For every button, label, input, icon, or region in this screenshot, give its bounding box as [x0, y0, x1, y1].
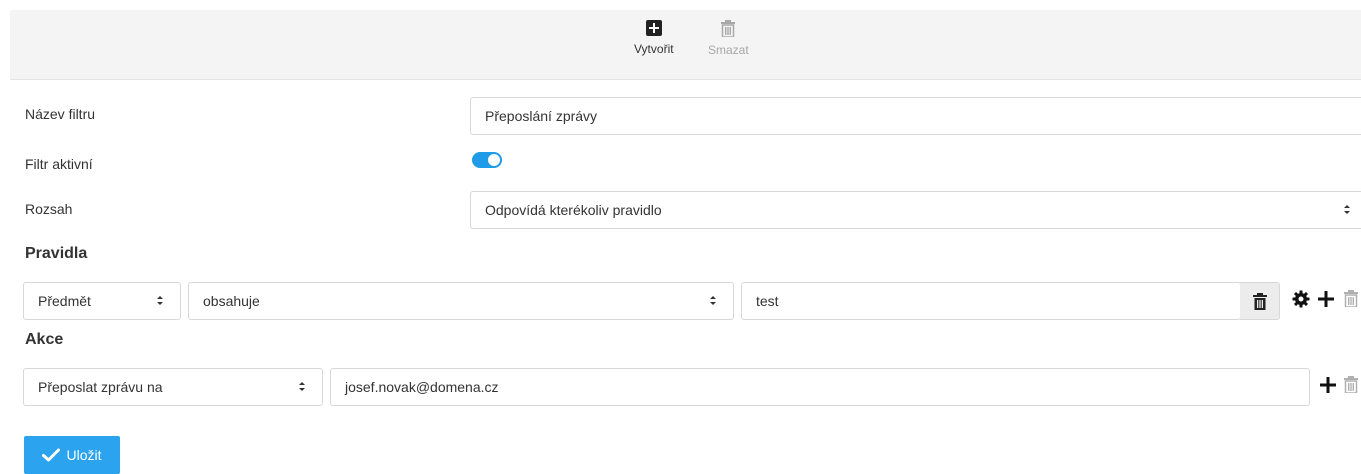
create-button[interactable]: Vytvořit: [634, 20, 674, 56]
rule-value-clear-button[interactable]: [1240, 282, 1280, 320]
action-delete-button[interactable]: [1344, 376, 1358, 394]
gear-icon: [1292, 290, 1310, 308]
rule-field-value: Předmět: [38, 293, 91, 309]
save-label: Uložit: [66, 447, 102, 463]
scope-value: Odpovídá kterékoliv pravidlo: [485, 202, 662, 218]
scope-label: Rozsah: [25, 201, 73, 217]
plus-icon: [1320, 377, 1336, 393]
save-button[interactable]: Uložit: [24, 436, 120, 474]
trash-icon: [1344, 290, 1358, 308]
filter-name-input[interactable]: Přeposlání zprávy: [470, 97, 1361, 135]
filter-name-value: Přeposlání zprávy: [485, 108, 598, 124]
toolbar: Vytvořit Smazat: [10, 10, 1361, 80]
plus-icon: [1318, 291, 1334, 307]
select-arrows-icon: [1344, 205, 1350, 214]
action-target-input[interactable]: josef.novak@domena.cz: [330, 368, 1310, 406]
plus-square-icon: [645, 20, 662, 36]
checkmark-icon: [42, 448, 61, 462]
create-label: Vytvořit: [634, 42, 674, 56]
rule-value-input[interactable]: test: [741, 282, 1241, 320]
trash-icon: [721, 20, 736, 37]
trash-icon: [1253, 293, 1267, 310]
rule-value-text: test: [756, 293, 779, 309]
rules-heading: Pravidla: [25, 245, 88, 262]
rule-operator-value: obsahuje: [203, 293, 260, 309]
delete-button[interactable]: Smazat: [708, 20, 749, 57]
trash-icon: [1344, 376, 1358, 394]
actions-heading: Akce: [25, 331, 64, 348]
rule-delete-button[interactable]: [1344, 290, 1358, 308]
filter-active-toggle[interactable]: [472, 152, 502, 168]
delete-label: Smazat: [708, 43, 749, 57]
rule-add-button[interactable]: [1318, 291, 1334, 307]
rule-operator-select[interactable]: obsahuje: [188, 282, 734, 320]
action-add-button[interactable]: [1320, 377, 1336, 393]
action-type-value: Přeposlat zprávu na: [38, 379, 163, 395]
rule-settings-button[interactable]: [1292, 290, 1310, 308]
select-arrows-icon: [299, 382, 305, 391]
filter-active-label: Filtr aktivní: [25, 156, 93, 172]
scope-select[interactable]: Odpovídá kterékoliv pravidlo: [470, 191, 1361, 229]
toggle-knob: [488, 154, 500, 166]
action-type-select[interactable]: Přeposlat zprávu na: [23, 368, 323, 406]
select-arrows-icon: [157, 296, 163, 305]
rule-field-select[interactable]: Předmět: [23, 282, 181, 320]
filter-name-label: Název filtru: [25, 106, 96, 122]
select-arrows-icon: [710, 296, 716, 305]
action-target-value: josef.novak@domena.cz: [345, 379, 499, 395]
